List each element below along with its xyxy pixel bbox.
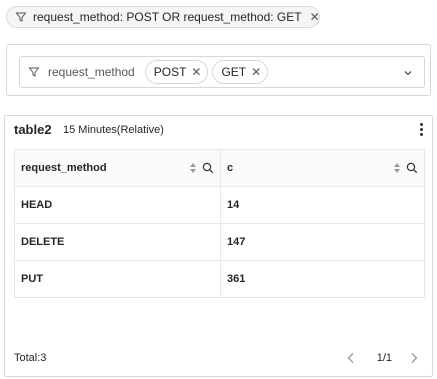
chevron-right-icon[interactable] bbox=[406, 350, 422, 366]
column-header-request-method[interactable]: request_method bbox=[14, 149, 221, 187]
variable-label: request_method bbox=[28, 65, 135, 79]
panel-time-range: 15 Minutes(Relative) bbox=[63, 124, 164, 136]
tag-get[interactable]: GET ✕ bbox=[212, 60, 269, 84]
cell-request-method: DELETE bbox=[14, 223, 221, 261]
search-icon[interactable] bbox=[202, 162, 214, 174]
table-footer: Total:3 1/1 bbox=[5, 340, 432, 376]
search-icon[interactable] bbox=[406, 162, 418, 174]
remove-tag-icon[interactable]: ✕ bbox=[191, 65, 201, 79]
chevron-left-icon[interactable] bbox=[343, 350, 359, 366]
sort-icon[interactable] bbox=[393, 162, 401, 174]
funnel-icon bbox=[28, 66, 40, 78]
cell-c: 147 bbox=[220, 223, 425, 261]
pagination: 1/1 bbox=[343, 350, 422, 366]
variable-select-input[interactable]: request_method POST ✕ GET ✕ bbox=[19, 56, 425, 88]
column-header-c[interactable]: c bbox=[220, 149, 425, 187]
filter-pill[interactable]: request_method: POST OR request_method: … bbox=[6, 6, 320, 28]
column-header-label: c bbox=[227, 162, 234, 174]
cell-c: 14 bbox=[220, 186, 425, 224]
filter-pill-text: request_method: POST OR request_method: … bbox=[33, 10, 302, 24]
variable-selector: request_method POST ✕ GET ✕ bbox=[6, 44, 431, 96]
table-panel: table2 15 Minutes(Relative) request_meth… bbox=[4, 115, 433, 377]
tag-post[interactable]: POST ✕ bbox=[144, 60, 209, 84]
funnel-icon bbox=[15, 11, 27, 23]
remove-tag-icon[interactable]: ✕ bbox=[251, 65, 261, 79]
more-vertical-icon[interactable] bbox=[418, 123, 424, 137]
panel-header: table2 15 Minutes(Relative) bbox=[5, 116, 432, 144]
column-header-label: request_method bbox=[21, 162, 107, 174]
sort-icon[interactable] bbox=[189, 162, 197, 174]
tag-label: POST bbox=[153, 65, 187, 79]
cell-request-method: PUT bbox=[14, 260, 221, 298]
variable-label-text: request_method bbox=[48, 65, 135, 79]
cell-request-method: HEAD bbox=[14, 186, 221, 224]
tag-label: GET bbox=[221, 65, 247, 79]
chevron-down-icon[interactable] bbox=[402, 66, 414, 78]
table-row: HEAD 14 bbox=[14, 186, 425, 224]
close-icon[interactable]: ✕ bbox=[310, 10, 320, 24]
page-indicator: 1/1 bbox=[376, 352, 392, 364]
table-row: DELETE 147 bbox=[14, 223, 425, 261]
total-count: Total:3 bbox=[14, 352, 47, 364]
panel-title: table2 bbox=[14, 122, 52, 137]
table-row: PUT 361 bbox=[14, 260, 425, 298]
cell-c: 361 bbox=[220, 260, 425, 298]
data-table: request_method c HEAD 14 DELETE 147 PUT … bbox=[14, 149, 425, 298]
table-header-row: request_method c bbox=[14, 149, 425, 187]
